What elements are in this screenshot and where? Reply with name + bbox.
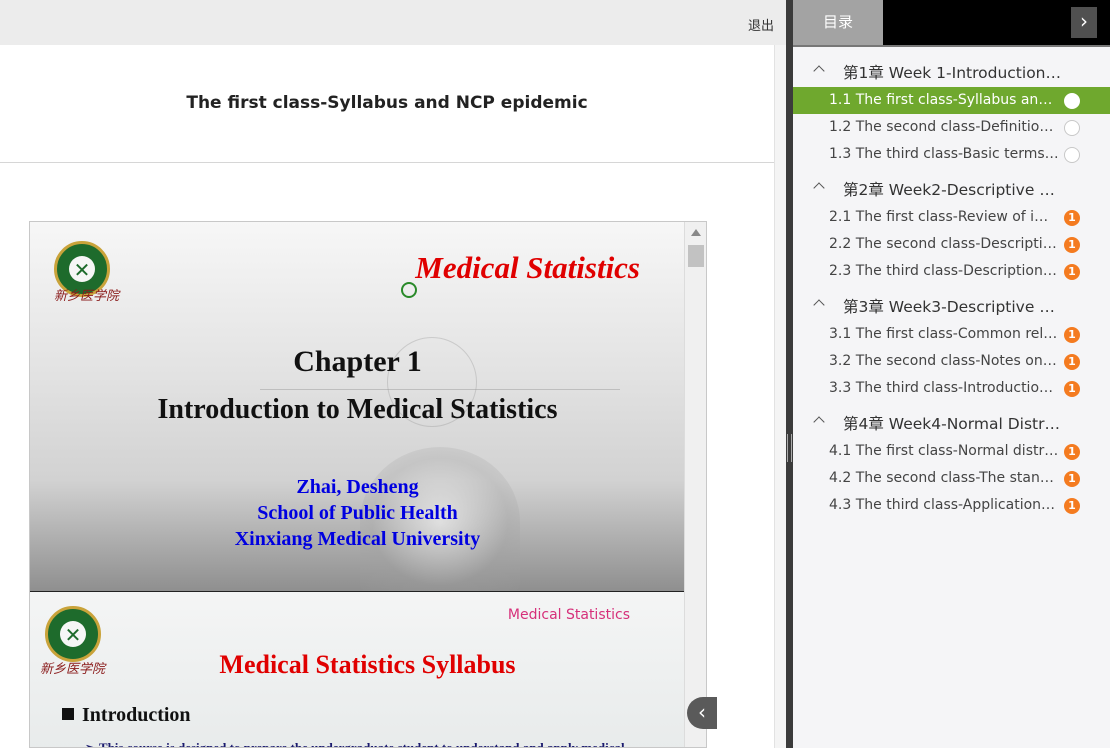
ornament-line (260, 389, 620, 390)
task-count-badge: 1 (1064, 264, 1080, 280)
chevron-right-icon: › (1080, 9, 1088, 33)
splitter-grip-icon[interactable] (787, 434, 792, 462)
toc-chapter[interactable]: 第3章 Week3-Descriptive Statistics (793, 290, 1110, 321)
page-scrollbar[interactable] (774, 45, 786, 748)
toc-lesson[interactable]: 4.2 The second class-The standard normal… (793, 465, 1110, 492)
progress-circle-icon (1064, 147, 1080, 163)
toc-sidebar: 目录 › 第1章 Week 1-Introduction to Medical … (793, 0, 1110, 748)
chapter-label: 第1章 Week 1-Introduction to Medical Stati… (843, 64, 1063, 82)
lesson-label: 4.2 The second class-The standard normal… (829, 470, 1061, 486)
task-count-badge: 1 (1064, 444, 1080, 460)
slide-2: ✕ 新乡医学院 Medical Statistics Medical Stati… (30, 591, 685, 748)
author-university: Xinxiang Medical University (234, 528, 481, 550)
slide-viewer: ✕ 新乡医学院 Medical Statistics Chapter 1 Int… (29, 221, 707, 748)
chevron-up-icon[interactable] (813, 182, 825, 194)
sidebar-header: 目录 › (793, 0, 1110, 47)
toc-list: 第1章 Week 1-Introduction to Medical Stati… (793, 56, 1110, 524)
toc-lesson[interactable]: 2.3 The third class-Description of dispe… (793, 258, 1110, 285)
lesson-label: 4.3 The third class-Applications of norm… (829, 497, 1061, 513)
task-count-badge: 1 (1064, 354, 1080, 370)
square-bullet-icon (62, 708, 74, 720)
toc-lesson[interactable]: 4.1 The first class-Normal distribution1 (793, 438, 1110, 465)
toc-lesson[interactable]: 3.3 The third class-Introduction of tabl… (793, 375, 1110, 402)
toc-lesson[interactable]: 3.2 The second class-Notes on applicatio… (793, 348, 1110, 375)
previous-slide-button[interactable]: ‹ (687, 697, 717, 729)
slide-brand: Medical Statistics (415, 250, 640, 285)
chapter-label: 第2章 Week2-Descriptive Statistics (843, 181, 1063, 199)
slide-title: Medical Statistics Syllabus (219, 650, 516, 679)
chevron-left-icon: ‹ (698, 700, 706, 724)
lesson-title: The first class-Syllabus and NCP epidemi… (186, 93, 588, 113)
author-school: School of Public Health (257, 502, 458, 524)
toc-lesson[interactable]: 2.2 The second class-Description of cent… (793, 231, 1110, 258)
lesson-label: 3.1 The first class-Common relative numb… (829, 326, 1061, 342)
slide-brand: Medical Statistics (507, 607, 630, 623)
panel-splitter[interactable] (786, 0, 793, 748)
toc-chapter[interactable]: 第1章 Week 1-Introduction to Medical Stati… (793, 56, 1110, 87)
task-count-badge: 1 (1064, 471, 1080, 487)
task-count-badge: 1 (1064, 210, 1080, 226)
lesson-label: 1.3 The third class-Basic terms and conc… (829, 146, 1061, 162)
progress-circle-icon (1064, 93, 1080, 109)
viewer-scrollbar[interactable] (684, 222, 706, 747)
slide-subtitle: Introduction to Medical Statistics (157, 394, 558, 425)
task-count-badge: 1 (1064, 498, 1080, 514)
slide-1: ✕ 新乡医学院 Medical Statistics Chapter 1 Int… (30, 222, 685, 591)
toc-chapter[interactable]: 第4章 Week4-Normal Distribution (793, 407, 1110, 438)
lesson-label: 3.2 The second class-Notes on applicatio… (829, 353, 1061, 369)
progress-circle-icon (1064, 120, 1080, 136)
lesson-label: 4.1 The first class-Normal distribution (829, 443, 1061, 459)
lesson-label: 2.1 The first class-Review of important … (829, 209, 1061, 225)
chapter-label: 第3章 Week3-Descriptive Statistics (843, 298, 1063, 316)
task-count-badge: 1 (1064, 381, 1080, 397)
chapter-spacer (793, 519, 1110, 524)
author-name: Zhai, Desheng (296, 476, 419, 498)
toc-chapter[interactable]: 第2章 Week2-Descriptive Statistics (793, 173, 1110, 204)
scroll-thumb[interactable] (688, 245, 704, 267)
top-bar: 退出 (0, 0, 786, 45)
lesson-label: 1.1 The first class-Syllabus and NCP epi… (829, 92, 1061, 108)
toc-lesson[interactable]: 1.3 The third class-Basic terms and conc… (793, 141, 1110, 168)
toc-lesson[interactable]: 2.1 The first class-Review of important … (793, 204, 1110, 231)
scroll-up-arrow-icon[interactable] (691, 229, 701, 236)
logout-link[interactable]: 退出 (748, 15, 774, 34)
lesson-label: 1.2 The second class-Definition of stati… (829, 119, 1061, 135)
header-divider (793, 45, 1110, 47)
chevron-up-icon[interactable] (813, 299, 825, 311)
slide-chapter: Chapter 1 (293, 345, 422, 378)
toc-lesson[interactable]: 1.1 The first class-Syllabus and NCP epi… (793, 87, 1110, 114)
lesson-label: 3.3 The third class-Introduction of tabl… (829, 380, 1061, 396)
toc-lesson[interactable]: 4.3 The third class-Applications of norm… (793, 492, 1110, 519)
lesson-label: 2.3 The third class-Description of dispe… (829, 263, 1061, 279)
lesson-label: 2.2 The second class-Description of cent… (829, 236, 1061, 252)
tab-catalog[interactable]: 目录 (793, 0, 883, 45)
slide-heading: Introduction (62, 704, 191, 727)
chevron-up-icon[interactable] (813, 416, 825, 428)
chapter-label: 第4章 Week4-Normal Distribution (843, 415, 1063, 433)
task-count-badge: 1 (1064, 237, 1080, 253)
slide-heading-text: Introduction (82, 704, 191, 726)
toc-lesson[interactable]: 3.1 The first class-Common relative numb… (793, 321, 1110, 348)
chevron-up-icon[interactable] (813, 65, 825, 77)
task-count-badge: 1 (1064, 327, 1080, 343)
swirl-ornament-icon (401, 282, 417, 298)
slide-body-text: ➢ This course is designed to prepare the… (85, 740, 625, 748)
lesson-header: The first class-Syllabus and NCP epidemi… (0, 45, 774, 163)
school-logo-text: 新乡医学院 (54, 288, 120, 303)
collapse-sidebar-button[interactable]: › (1071, 7, 1097, 38)
toc-lesson[interactable]: 1.2 The second class-Definition of stati… (793, 114, 1110, 141)
